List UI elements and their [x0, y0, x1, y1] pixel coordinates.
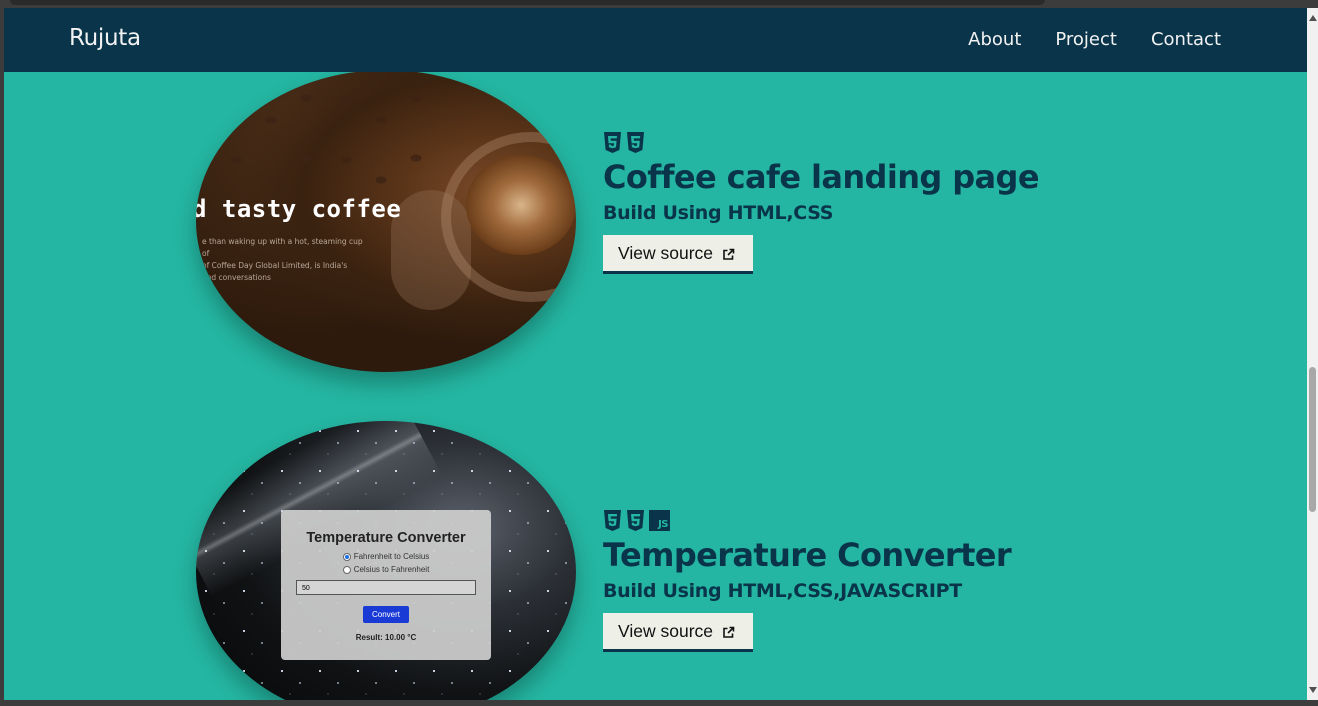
project-title: Temperature Converter [603, 536, 1012, 574]
project-thumbnail-temperature: Temperature Converter Fahrenheit to Cels… [196, 421, 576, 700]
scrollbar-thumb[interactable] [1309, 367, 1316, 512]
javascript-icon-label: JS [658, 519, 668, 530]
thumbnail-heading: d tasty coffee [196, 195, 402, 223]
radio-icon [342, 565, 351, 574]
view-source-button[interactable]: View source [603, 235, 753, 274]
html5-icon [604, 510, 621, 531]
external-link-icon [723, 626, 735, 638]
latte-art [466, 155, 576, 255]
tech-icons [603, 132, 1039, 153]
converter-option-row: Celsius to Fahrenheit [281, 565, 491, 574]
project-info: JS Temperature Converter Build Using HTM… [603, 510, 1012, 652]
thumbnail-copy-line: and conversations [202, 273, 271, 282]
radio-icon [342, 552, 351, 561]
page-viewport: Rujuta About Project Contact d tasty cof… [4, 8, 1307, 700]
css3-icon [627, 132, 644, 153]
coffee-beans-texture [216, 80, 436, 190]
browser-tab-strip [10, 0, 1045, 5]
nav-link-project[interactable]: Project [1055, 29, 1117, 50]
external-link-icon [723, 248, 735, 260]
view-source-label: View source [618, 620, 714, 641]
converter-input-preview: 50 [296, 580, 476, 595]
css3-icon [627, 510, 644, 531]
converter-result-preview: Result: 10.00 °C [355, 633, 417, 642]
view-source-label: View source [618, 242, 714, 263]
vertical-scrollbar[interactable] [1307, 8, 1318, 700]
thumbnail-copy-line: of Coffee Day Global Limited, is India's [202, 261, 348, 270]
navbar: Rujuta About Project Contact [4, 8, 1307, 72]
thumbnail-copy-line: e than waking up with a hot, steaming cu… [202, 237, 363, 258]
scroll-up-arrow-icon[interactable] [1309, 15, 1317, 21]
project-subtitle: Build Using HTML,CSS [603, 202, 834, 224]
brand-logo[interactable]: Rujuta [69, 25, 141, 51]
javascript-icon: JS [649, 510, 670, 531]
converter-title: Temperature Converter [306, 530, 466, 546]
html5-icon [604, 132, 621, 153]
nav-links: About Project Contact [968, 29, 1221, 50]
tech-icons: JS [603, 510, 1011, 531]
project-subtitle: Build Using HTML,CSS,JAVASCRIPT [603, 580, 962, 602]
converter-option-row: Fahrenheit to Celsius [281, 552, 491, 561]
window-bottom-border [0, 700, 1318, 706]
browser-top-bar [0, 0, 1318, 8]
view-source-button[interactable]: View source [603, 613, 753, 652]
converter-preview-card: Temperature Converter Fahrenheit to Cels… [281, 510, 491, 660]
converter-option-label: Fahrenheit to Celsius [353, 552, 430, 561]
converter-button-preview: Convert [362, 606, 409, 623]
scroll-down-arrow-icon[interactable] [1309, 687, 1317, 693]
converter-option-label: Celsius to Fahrenheit [353, 565, 430, 574]
nav-link-contact[interactable]: Contact [1151, 29, 1221, 50]
project-info: Coffee cafe landing page Build Using HTM… [603, 132, 1040, 274]
nav-link-about[interactable]: About [968, 29, 1021, 50]
project-title: Coffee cafe landing page [603, 158, 1040, 196]
project-thumbnail-coffee: d tasty coffee e than waking up with a h… [196, 70, 576, 372]
thumbnail-copy: e than waking up with a hot, steaming cu… [202, 236, 372, 284]
